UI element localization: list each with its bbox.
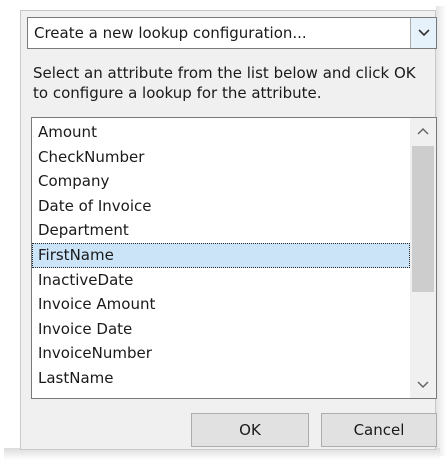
list-item[interactable]: Amount [32, 120, 410, 145]
chevron-down-icon [417, 29, 430, 37]
attribute-list-items: Amount CheckNumber Company Date of Invoice D… [32, 120, 410, 391]
list-item[interactable]: InactiveDate [32, 268, 410, 293]
chevron-down-icon [417, 381, 429, 388]
instructions-text: Select an attribute from the list below … [33, 64, 416, 102]
ok-button[interactable]: OK [191, 413, 309, 447]
list-item[interactable]: Invoice Amount [32, 292, 410, 317]
scroll-up-button[interactable] [410, 118, 436, 144]
scroll-down-button[interactable] [410, 372, 436, 398]
dropdown-toggle-button[interactable] [410, 18, 436, 48]
list-item[interactable]: InvoiceNumber [32, 341, 410, 366]
list-scrollbar[interactable] [410, 118, 436, 398]
list-item[interactable]: LastName [32, 366, 410, 391]
dialog-shadow [436, 6, 446, 456]
list-item[interactable]: Company [32, 169, 410, 194]
chevron-up-icon [417, 128, 429, 135]
lookup-configuration-dropdown[interactable]: Create a new lookup configuration... [27, 17, 437, 49]
lookup-dialog: Create a new lookup configuration... Sel… [20, 10, 437, 450]
dropdown-selected-value: Create a new lookup configuration... [34, 24, 307, 42]
list-item[interactable]: Date of Invoice [32, 194, 410, 219]
screen: Create a new lookup configuration... Sel… [0, 0, 446, 462]
list-item[interactable]: Department [32, 218, 410, 243]
attribute-list[interactable]: Amount CheckNumber Company Date of Invoice D… [31, 117, 437, 399]
list-item[interactable]: Invoice Date [32, 317, 410, 342]
scroll-thumb[interactable] [412, 146, 434, 292]
list-item[interactable]: CheckNumber [32, 145, 410, 170]
cancel-button[interactable]: Cancel [321, 413, 437, 447]
list-item[interactable]: FirstName [32, 242, 410, 268]
